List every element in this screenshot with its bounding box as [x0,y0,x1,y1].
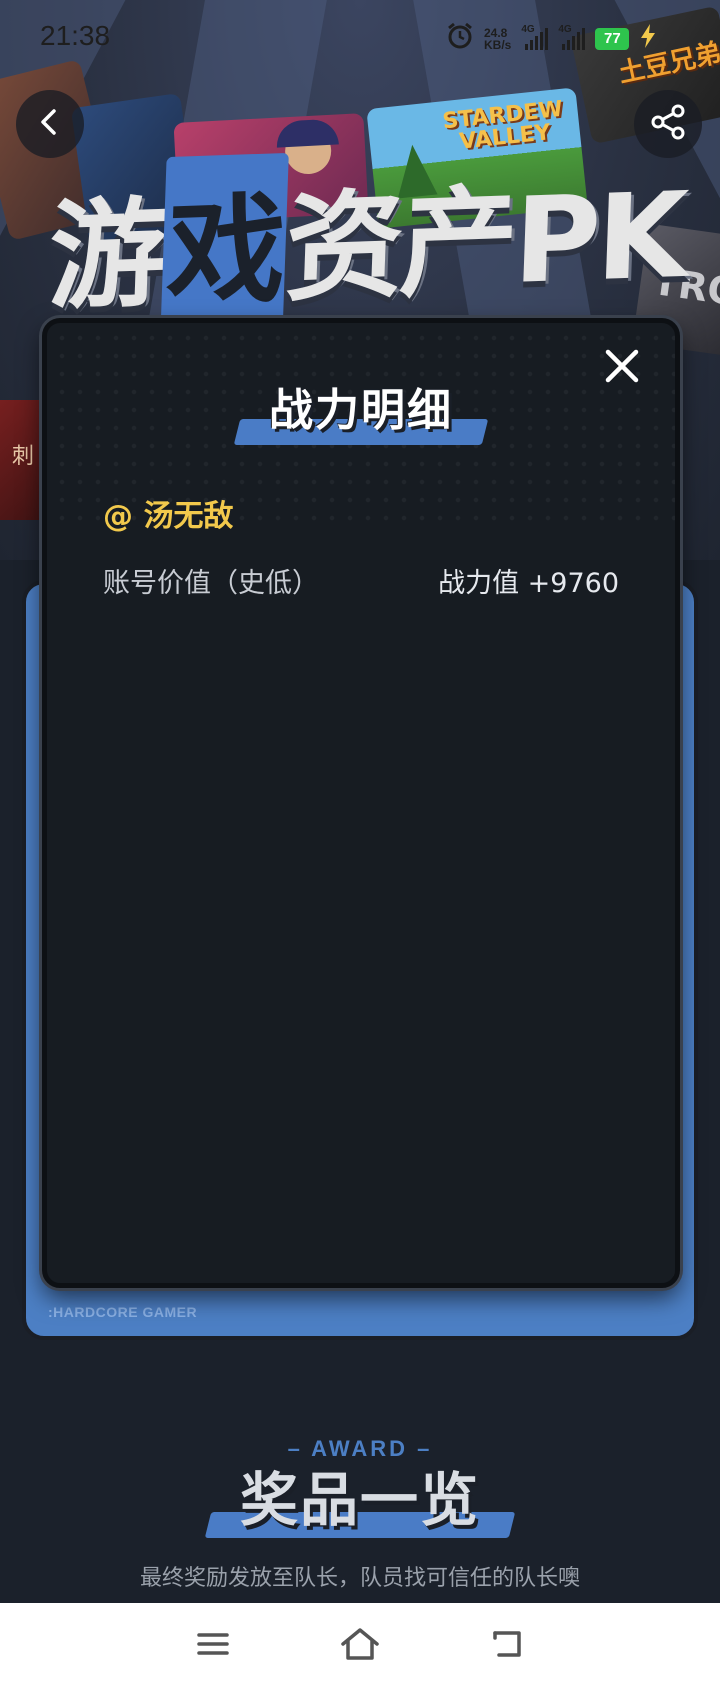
title-highlight: 戏 [160,152,289,329]
status-icons: 24.8 KB/s 4G 4G 77 [446,22,657,55]
tile-text: 刺 [12,444,35,469]
dialog-title-text: 战力明细 [269,385,453,436]
status-bar: 21:38 24.8 KB/s 4G 4G 77 [0,0,720,72]
award-title-wrap: 奖品一览 [0,1468,720,1538]
detail-row: 账号价值（史低） 战力值 +9760 [103,561,619,600]
username: @ 汤无敌 [103,499,234,534]
award-subtitle: – AWARD – [287,1436,433,1461]
page-title: 游戏资产PK [46,139,687,332]
award-note: 最终奖励发放至队长，队员找可信任的队长噢 [139,1566,580,1591]
detail-label: 账号价值（史低） [103,568,319,599]
app-root: STARDEW VALLEY 土豆兄弟 TRO 刺 游戏资产PK 21:38 2… [0,0,720,1688]
home-button[interactable] [330,1616,390,1676]
status-time: 21:38 [40,20,111,51]
back-button[interactable] [16,90,84,158]
card-footer-label: :HARDCORE GAMER [48,1304,198,1320]
dialog-body [47,523,675,1283]
dialog-title-wrap: 战力明细 [47,383,675,445]
character-art [275,118,339,148]
dialog-title: 战力明细 [233,383,489,445]
battery-indicator: 77 [595,27,630,50]
menu-button[interactable] [183,1616,243,1676]
signal-icon: 4G [521,24,549,50]
title-part: 资产PK [283,165,687,318]
charging-icon [639,24,657,53]
home-icon [340,1627,380,1665]
net-speed-unit: KB/s [484,37,512,52]
signal-label: 4G [521,23,535,35]
alarm-icon [446,22,474,55]
signal-icon: 4G [558,24,586,50]
award-title-text: 奖品一览 [239,1466,480,1534]
chevron-left-icon [35,107,65,141]
back-arrow-icon [489,1628,525,1664]
return-button[interactable] [477,1616,537,1676]
title-part: 游 [46,184,166,327]
share-button[interactable] [634,90,702,158]
signal-label: 4G [558,23,572,35]
net-speed-value: 24.8 [484,25,508,40]
detail-value: 战力值 +9760 [438,568,619,599]
menu-icon [196,1630,230,1662]
power-detail-dialog: 战力明细 @ 汤无敌 账号价值（史低） 战力值 +9760 [42,318,680,1288]
award-title: 奖品一览 [204,1466,516,1538]
net-speed: 24.8 KB/s [484,27,511,51]
close-icon [604,348,640,388]
system-nav-bar [0,1603,720,1688]
share-icon [649,103,687,145]
